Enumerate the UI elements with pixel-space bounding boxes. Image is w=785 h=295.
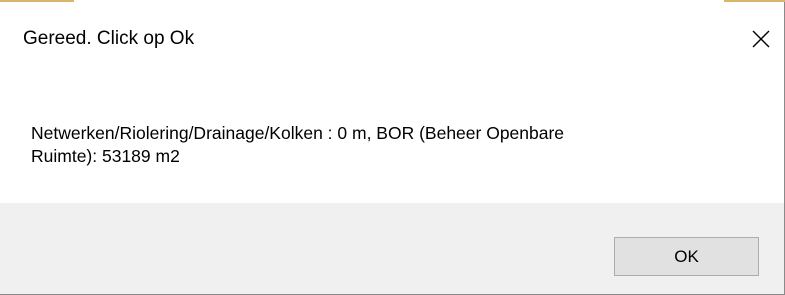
dialog-message: Netwerken/Riolering/Drainage/Kolken : 0 … — [31, 122, 761, 168]
message-line-1: Netwerken/Riolering/Drainage/Kolken : 0 … — [31, 123, 565, 143]
dialog-title: Gereed. Click op Ok — [23, 28, 195, 49]
message-dialog: Gereed. Click op Ok Netwerken/Riolering/… — [0, 0, 785, 295]
ok-button[interactable]: OK — [614, 237, 759, 276]
dialog-footer: OK — [0, 203, 784, 294]
message-line-2: Ruimte): 53189 m2 — [31, 146, 180, 166]
window-accent-left — [0, 0, 74, 2]
close-icon — [752, 30, 770, 48]
window-accent-right — [724, 0, 785, 2]
close-button[interactable] — [738, 16, 784, 62]
